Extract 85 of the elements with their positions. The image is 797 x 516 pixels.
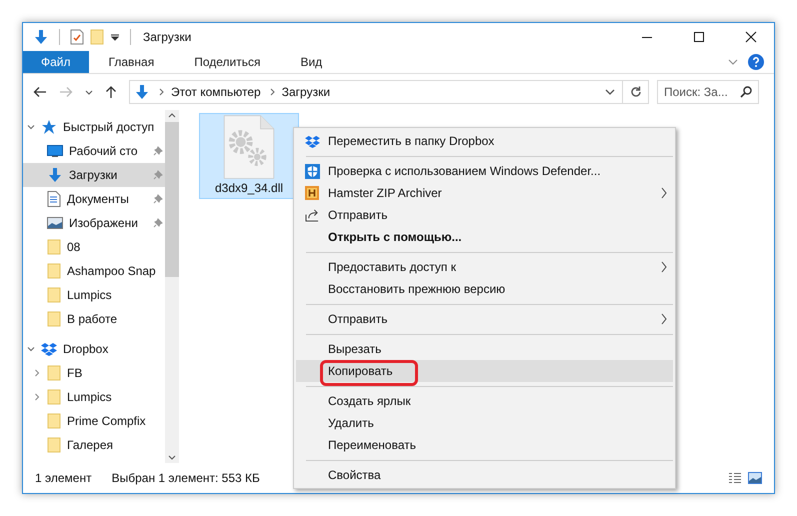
picture-icon [47,217,63,229]
maximize-icon[interactable] [693,31,705,43]
menu-item[interactable]: Переименовать [296,434,673,456]
tree-item[interactable]: Рабочий сто [23,139,165,163]
tree-item[interactable]: 08 [23,235,165,259]
download-arrow-icon[interactable] [33,29,49,45]
folder-icon [47,239,61,255]
menu-item[interactable]: Hamster ZIP Archiver [296,182,673,204]
menu-item[interactable]: Вырезать [296,338,673,360]
dropdown-caret-icon[interactable] [110,32,120,42]
tree-item[interactable]: Загрузки [23,163,165,187]
close-icon[interactable] [745,31,757,43]
item-count: 1 элемент [35,471,92,485]
ribbon-tab[interactable]: Главная [88,51,174,73]
tree-item[interactable]: Документы [23,187,165,211]
tree-item[interactable]: Prime Compfix [23,409,165,433]
breadcrumb[interactable]: Этот компьютер [171,85,261,99]
tree-item[interactable]: В работе [23,307,165,331]
chevron-right-icon[interactable] [270,88,275,96]
archive-icon [305,186,319,200]
folder-icon [47,263,61,279]
tree-item[interactable]: Быстрый доступ [23,115,165,139]
file-item[interactable]: d3dx9_34.dll [199,113,299,199]
scroll-down-icon[interactable] [168,455,176,460]
chevron-down-icon[interactable] [85,90,93,94]
menu-item[interactable]: Предоставить доступ к [296,256,673,278]
expand-chevron-icon[interactable] [33,369,41,377]
tree-item[interactable]: Изображени [23,211,165,235]
download-arrow-icon [134,84,150,100]
details-view-icon[interactable] [728,472,742,484]
pin-icon[interactable] [153,146,163,156]
star-icon [41,119,57,135]
folder-icon [47,365,61,381]
selection-info: Выбран 1 элемент: 553 КБ [112,471,260,485]
menu-item[interactable]: Переместить в папку Dropbox [296,130,673,152]
chevron-right-icon[interactable] [159,88,164,96]
pin-icon[interactable] [153,218,163,228]
tree-item[interactable]: Ashampoo Snap [23,259,165,283]
back-arrow-icon[interactable] [33,86,47,98]
refresh-icon[interactable] [630,86,642,98]
monitor-icon [47,145,63,157]
address-bar[interactable]: Этот компьютер Загрузки [129,80,649,104]
search-icon [740,86,752,98]
document-icon [47,191,61,207]
ribbon-tab[interactable]: Поделиться [174,51,280,73]
dropbox-icon [304,134,320,148]
chevron-down-icon[interactable] [728,59,738,65]
menu-item[interactable]: Отправить [296,204,673,226]
menu-item[interactable]: Удалить [296,412,673,434]
help-icon[interactable] [748,54,764,70]
download-arrow-icon [47,167,63,183]
tree-item[interactable]: Lumpics [23,283,165,307]
share-icon [304,208,320,222]
scroll-up-icon[interactable] [168,113,176,118]
expand-chevron-icon[interactable] [27,345,35,353]
scrollbar[interactable] [165,110,179,463]
chevron-down-icon[interactable] [605,89,615,95]
tree-item[interactable]: Dropbox [23,337,165,361]
menu-item[interactable]: Проверка с использованием Windows Defender... [296,160,673,182]
up-arrow-icon[interactable] [105,85,117,99]
folder-icon [47,389,61,405]
expand-chevron-icon[interactable] [27,123,35,131]
menu-item[interactable]: Свойства [296,464,673,486]
pin-icon[interactable] [153,194,163,204]
folder-icon [47,413,61,429]
window-title: Загрузки [143,30,192,44]
ribbon-tab[interactable]: Файл [23,51,89,73]
menu-item[interactable]: Восстановить прежнюю версию [296,278,673,300]
large-icons-view-icon[interactable] [748,472,762,484]
menu-item[interactable]: Отправить [296,308,673,330]
checklist-icon[interactable] [70,29,84,45]
menu-item[interactable]: Создать ярлык [296,390,673,412]
dropbox-icon [41,342,57,356]
folder-icon [47,287,61,303]
ribbon-tab[interactable]: Вид [280,51,342,73]
search-field[interactable]: Поиск: За... [657,80,759,104]
tree-item[interactable]: FB [23,361,165,385]
menu-item[interactable]: Открыть с помощью... [296,226,673,248]
shield-icon [304,164,320,178]
tree-item[interactable]: Lumpics [23,385,165,409]
folder-icon [47,437,61,453]
breadcrumb[interactable]: Загрузки [282,85,330,99]
tree-item[interactable]: Галерея [23,433,165,457]
expand-chevron-icon[interactable] [33,393,41,401]
folder-icon [47,311,61,327]
